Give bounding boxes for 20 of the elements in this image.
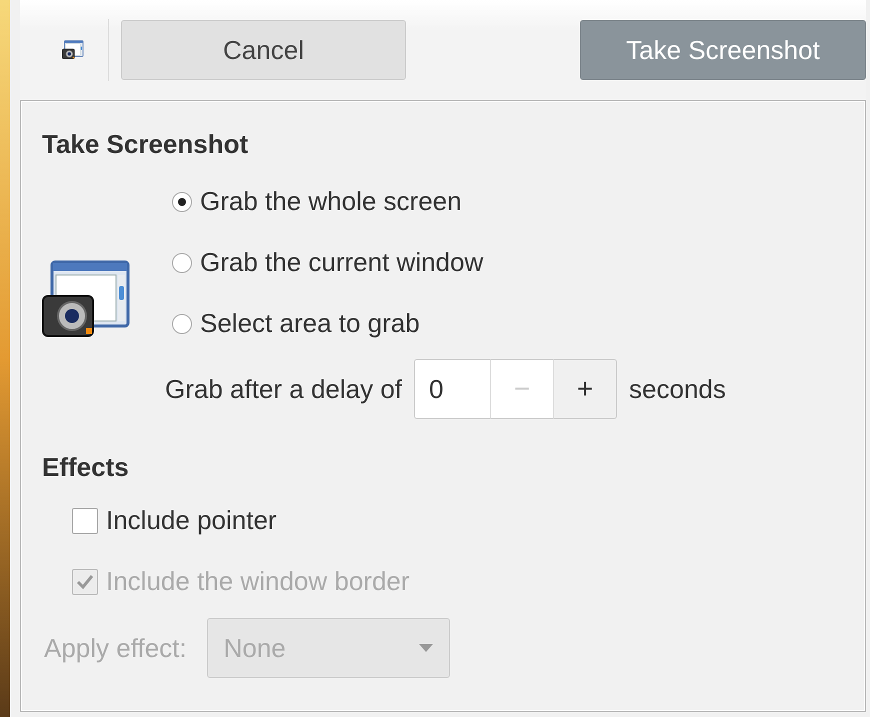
stepper-button[interactable]: + (553, 359, 618, 419)
cancel-button[interactable]: Cancel (121, 20, 406, 80)
radio-label: Grab the current window (200, 247, 484, 278)
checkbox[interactable] (72, 508, 98, 534)
section-heading: Take Screenshot (42, 128, 250, 160)
screenshot-icon (62, 40, 84, 60)
caret-icon (418, 644, 433, 652)
radio-button[interactable] (172, 314, 192, 334)
camera-window-icon (42, 260, 132, 340)
radio-button[interactable] (172, 192, 192, 212)
checkbox-label: Include the window border (106, 566, 410, 597)
delay-field[interactable]: 0 (414, 359, 490, 419)
field-label: Apply effect: (44, 632, 187, 664)
radio-label: Grab the whole screen (200, 186, 462, 217)
radio-button[interactable] (172, 252, 192, 272)
section-heading: Effects (42, 450, 130, 484)
unit-label: seconds (629, 374, 726, 404)
checkbox-label: Include pointer (106, 505, 277, 536)
delay-label: Grab after a delay of (165, 374, 402, 404)
radio-label: Select area to grab (200, 308, 420, 339)
